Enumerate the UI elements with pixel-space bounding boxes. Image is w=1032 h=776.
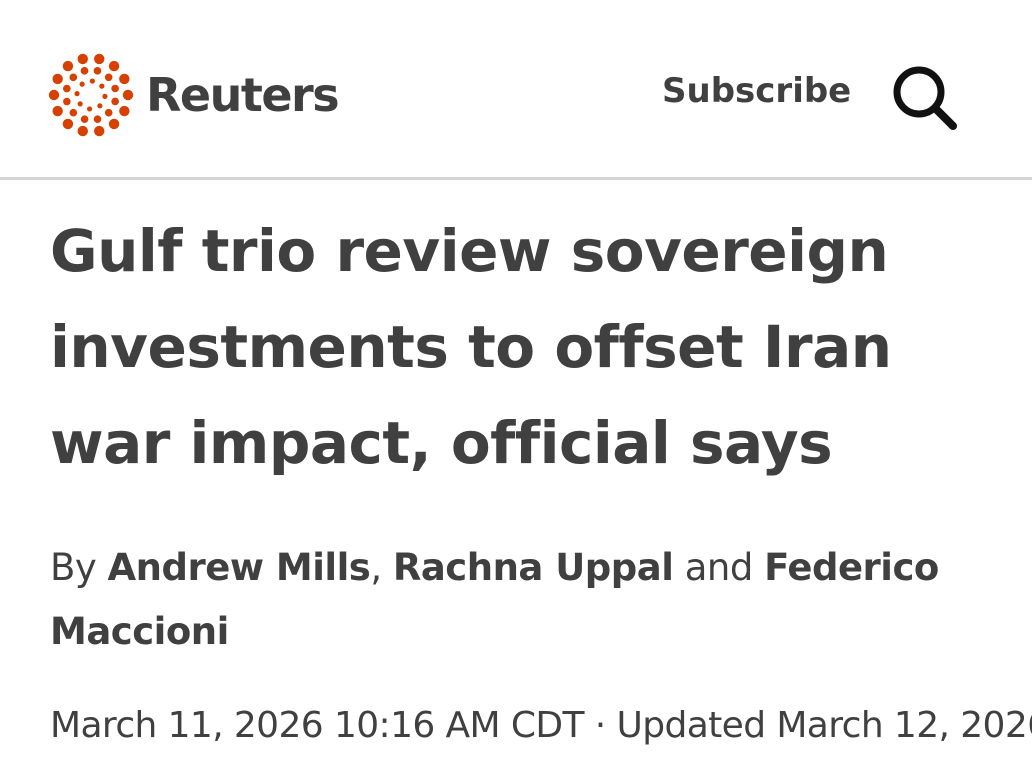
article-byline: By Andrew Mills, Rachna Uppal and Federi… xyxy=(50,536,1010,664)
logo-dot xyxy=(119,73,130,85)
subscribe-button[interactable]: Subscribe xyxy=(662,74,851,108)
logo-dot xyxy=(104,73,113,82)
logo-dot xyxy=(87,106,93,112)
logo-dot xyxy=(111,84,119,93)
logo-dot xyxy=(77,53,88,65)
logo-dot xyxy=(69,73,78,82)
byline-conjunction: and xyxy=(684,546,754,589)
reuters-logo-icon xyxy=(48,53,134,137)
logo-dot xyxy=(77,125,88,137)
logo-dot xyxy=(62,60,74,72)
logo-dot xyxy=(102,93,108,99)
logo-dot xyxy=(99,83,105,89)
logo-dot xyxy=(94,53,105,65)
logo-dot xyxy=(63,84,71,93)
author-link-rachna-uppal[interactable]: Rachna Uppal xyxy=(393,546,674,589)
logo-dot xyxy=(77,101,83,107)
logo-dot xyxy=(122,89,134,101)
published-date: March 11, 2026 10:16 AM CDT xyxy=(50,705,585,746)
logo-dot xyxy=(94,125,105,137)
logo-dot xyxy=(63,97,71,106)
logo-dot xyxy=(111,97,119,106)
logo-dot xyxy=(89,78,95,84)
logo-dot xyxy=(108,118,120,130)
logo-dot xyxy=(52,105,63,117)
search-button[interactable] xyxy=(890,64,960,134)
brand-name: Reuters xyxy=(146,68,340,122)
reuters-logo[interactable]: Reuters xyxy=(48,52,340,138)
site-header: Reuters Subscribe xyxy=(0,0,1032,180)
dateline-separator: · xyxy=(594,705,606,746)
logo-dot xyxy=(93,67,102,75)
search-icon xyxy=(893,66,957,130)
logo-dot xyxy=(104,108,113,117)
author-link-andrew-mills[interactable]: Andrew Mills xyxy=(108,546,371,589)
logo-dot xyxy=(80,67,89,75)
logo-dot xyxy=(119,105,130,117)
logo-dot xyxy=(108,60,120,72)
logo-dot xyxy=(79,81,85,87)
logo-dot xyxy=(97,103,103,109)
logo-dot xyxy=(74,91,80,97)
article-dateline: March 11, 2026 10:16 AM CDT · Updated Ma… xyxy=(50,700,1032,752)
article-headline: Gulf trio review sovereign investments t… xyxy=(50,217,892,477)
byline-prefix: By xyxy=(50,546,97,589)
logo-dot xyxy=(93,115,102,123)
logo-dot xyxy=(48,89,60,101)
logo-dot xyxy=(69,108,78,117)
logo-dot xyxy=(52,73,63,85)
logo-dot xyxy=(62,118,74,130)
byline-separator: , xyxy=(370,546,382,589)
logo-dot xyxy=(80,115,89,123)
updated-date: Updated March 12, 2026 xyxy=(616,705,1032,746)
